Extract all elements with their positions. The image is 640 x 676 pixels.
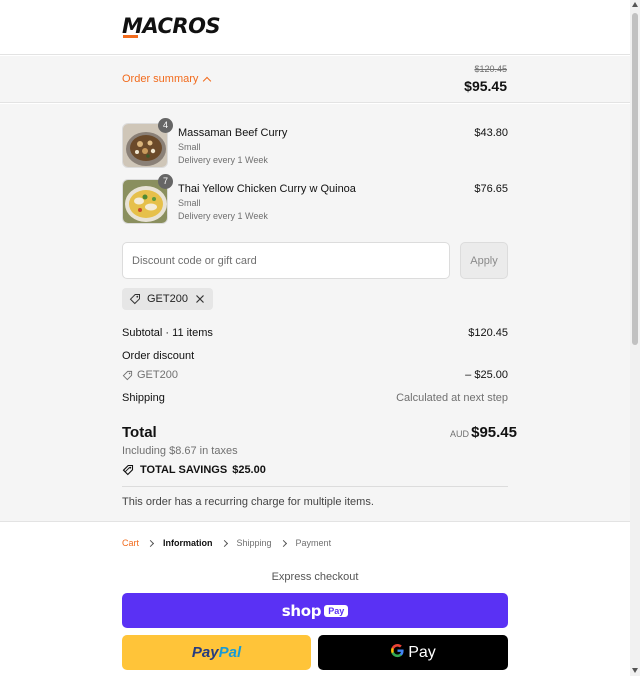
order-discount-row: Order discount [122,350,508,362]
discount-value: – $25.00 [465,369,508,381]
google-pay-wordmark: Pay [408,643,436,661]
total-value: $95.45 [471,424,517,441]
tag-icon [129,294,140,305]
savings-label: TOTAL SAVINGS [140,464,228,476]
line-item: 7 Thai Yellow Chicken Curry w Quinoa Sma… [122,174,508,225]
remove-discount-icon[interactable] [194,293,206,305]
discount-code-detail: GET200 [122,369,508,381]
site-header: MACROS [0,0,630,55]
tag-icon [122,370,133,380]
savings-value: $25.00 [232,464,266,476]
discount-code-input[interactable]: Discount code or gift card [122,242,450,279]
scrollbar-thumb[interactable] [632,13,638,345]
subtotal-row: Subtotal · 11 items $120.45 [122,327,508,339]
discount-code-placeholder: Discount code or gift card [132,254,257,267]
applied-discount-code: GET200 [147,293,188,305]
taxes-note: Including $8.67 in taxes [122,445,238,457]
shipping-label: Shipping [122,392,165,404]
paypal-wordmark-part1: Pay [191,644,219,661]
subtotal-value: $120.45 [468,327,508,339]
discount-code-row: GET200 – $25.00 [122,369,508,381]
breadcrumb-shipping: Shipping [236,538,272,548]
total-savings: TOTAL SAVINGS $25.00 [122,464,266,476]
summary-total: $95.45 [464,78,507,94]
order-discount-label: Order discount [122,350,195,362]
chevron-right-icon [279,539,287,547]
apply-discount-button[interactable]: Apply [460,242,508,279]
breadcrumb-information: Information [163,538,213,548]
recurring-charge-note: This order has a recurring charge for mu… [122,496,374,508]
discount-code-text: GET200 [137,369,178,381]
shop-pay-wordmark: shop [281,601,322,620]
chevron-right-icon [146,539,155,547]
chevron-up-icon [203,76,212,85]
breadcrumb-cart[interactable]: Cart [122,538,139,548]
order-summary-toggle[interactable]: Order summary [122,73,212,85]
item-variant: Small [178,198,201,208]
google-g-icon [390,643,405,663]
paypal-wordmark-part2: Pal [218,644,242,661]
express-checkout-label: Express checkout [271,571,359,583]
chevron-right-icon [220,539,228,547]
shop-pay-badge: Pay [324,604,349,617]
order-summary-bar: Order summary $120.45 $95.45 [0,56,630,103]
quantity-badge: 7 [158,174,173,189]
brand-logo-underline [123,35,138,38]
scroll-down-arrow-icon[interactable] [632,668,638,673]
shipping-row: Shipping Calculated at next step [122,392,508,404]
item-name: Thai Yellow Chicken Curry w Quinoa [178,183,356,195]
paypal-button[interactable]: Pay Pal [122,635,311,670]
original-total: $120.45 [474,64,507,74]
shop-pay-button[interactable]: shop Pay [122,593,508,628]
shipping-value: Calculated at next step [396,392,508,404]
subtotal-label: Subtotal · 11 items [122,327,213,339]
page-scrollbar[interactable] [630,0,640,676]
breadcrumb: Cart Information Shipping Payment [122,538,331,548]
order-summary-toggle-label: Order summary [122,73,199,85]
summary-divider [122,486,508,487]
savings-tag-icon [122,464,134,476]
item-delivery-frequency: Delivery every 1 Week [178,211,268,221]
item-name: Massaman Beef Curry [178,127,288,139]
total-label: Total [122,424,157,441]
google-pay-button[interactable]: Pay [318,635,508,670]
breadcrumb-payment: Payment [295,538,332,548]
item-price: $76.65 [474,183,508,195]
item-variant: Small [178,142,201,152]
currency-code: AUD [449,429,469,439]
line-item: 4 Massaman Beef Curry Small Delivery eve… [122,118,508,169]
item-price: $43.80 [474,127,508,139]
quantity-badge: 4 [158,118,173,133]
scroll-up-arrow-icon[interactable] [632,2,638,7]
item-delivery-frequency: Delivery every 1 Week [178,155,268,165]
applied-discount-chip: GET200 [122,288,213,310]
